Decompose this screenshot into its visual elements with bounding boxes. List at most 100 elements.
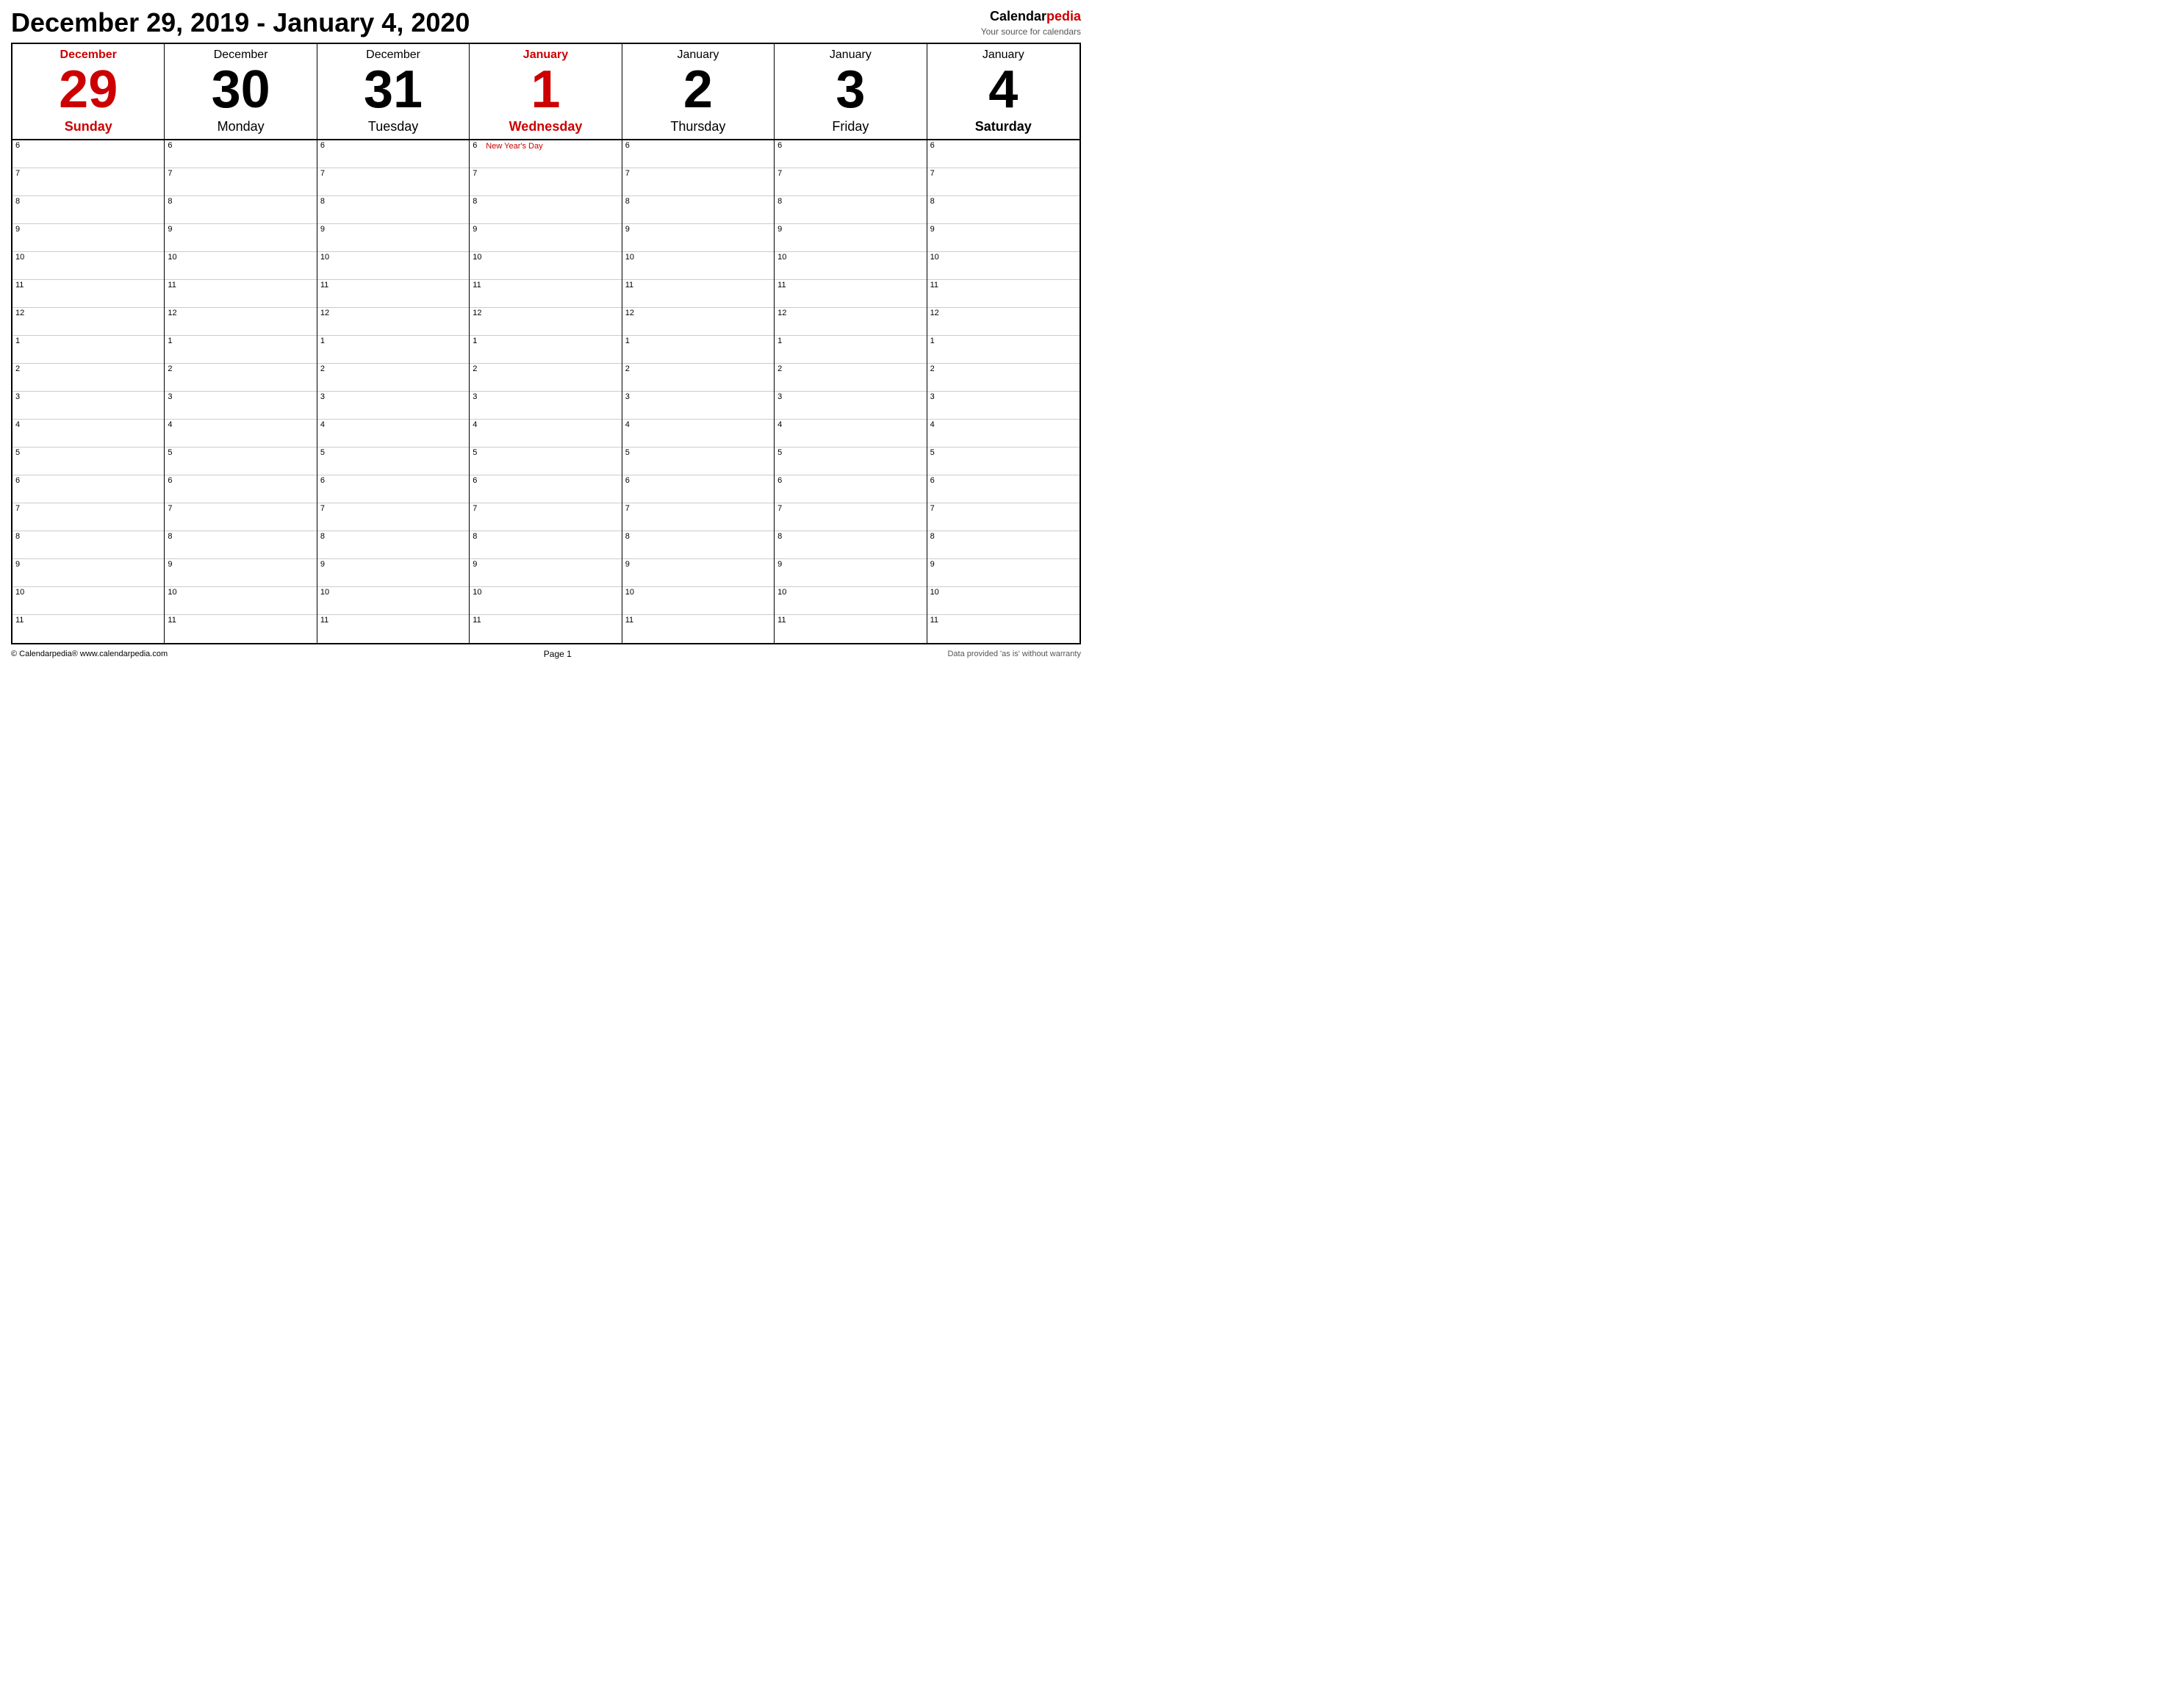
time-label: 8 [473,198,483,206]
time-label: 11 [930,617,941,625]
day-number-2: 31 [320,63,466,116]
time-slot-5-9: 3 [775,392,926,420]
time-slot-0-5: 11 [12,280,164,308]
time-slot-3-9: 3 [470,392,621,420]
time-label: 5 [930,449,941,457]
time-label: 11 [320,617,331,625]
day-name-1: Monday [168,119,313,134]
time-grid: 6789101112123456789101167891011121234567… [12,140,1080,643]
time-label: 8 [473,533,483,541]
time-slot-5-0: 6 [775,140,926,168]
time-slot-1-14: 8 [165,531,316,559]
time-slot-4-9: 3 [622,392,774,420]
time-slot-2-3: 9 [317,224,469,252]
time-slot-2-5: 11 [317,280,469,308]
time-label: 10 [930,589,941,597]
time-label: 10 [625,589,636,597]
time-slot-1-0: 6 [165,140,316,168]
time-label: 2 [15,365,26,373]
time-label: 11 [15,617,26,625]
time-label: 1 [777,337,788,345]
day-header-sat: January 4 Saturday [927,44,1080,139]
time-label: 4 [930,421,941,429]
time-label: 8 [625,533,636,541]
time-label: 8 [168,533,178,541]
time-slot-3-16: 10 [470,587,621,615]
time-label: 4 [777,421,788,429]
time-slot-1-7: 1 [165,336,316,364]
time-slot-4-10: 4 [622,420,774,447]
time-label: 1 [625,337,636,345]
time-slot-6-2: 8 [927,196,1080,224]
time-slot-1-5: 11 [165,280,316,308]
time-slot-3-13: 7 [470,503,621,531]
time-slot-4-0: 6 [622,140,774,168]
time-slot-6-0: 6 [927,140,1080,168]
time-slot-1-17: 11 [165,615,316,643]
time-label: 10 [930,254,941,262]
time-label: 10 [777,589,788,597]
time-label: 8 [168,198,178,206]
time-slot-0-17: 11 [12,615,164,643]
time-slot-1-1: 7 [165,168,316,196]
time-label: 3 [15,393,26,401]
time-slot-5-11: 5 [775,447,926,475]
time-slot-2-17: 11 [317,615,469,643]
time-slot-6-10: 4 [927,420,1080,447]
time-slot-0-12: 6 [12,475,164,503]
time-label: 9 [168,561,178,569]
time-label: 9 [473,561,483,569]
footer-copyright: © Calendarpedia® www.calendarpedia.com [11,650,168,658]
time-slot-1-4: 10 [165,252,316,280]
time-slot-4-14: 8 [622,531,774,559]
time-label: 11 [473,281,483,290]
brand-logo: Calendarpedia Your source for calendars [981,7,1081,38]
time-slot-4-2: 8 [622,196,774,224]
time-label: 9 [777,561,788,569]
day-number-3: 1 [473,63,618,116]
time-slot-5-14: 8 [775,531,926,559]
time-label: 9 [15,561,26,569]
time-slot-2-14: 8 [317,531,469,559]
time-label: 7 [15,170,26,178]
time-label: 6 [625,142,636,150]
day-header-wed: January 1 Wednesday [470,44,622,139]
time-label: 3 [777,393,788,401]
time-label: 10 [168,254,178,262]
time-label: 8 [930,198,941,206]
calendar: December 29 Sunday December 30 Monday De… [11,43,1081,644]
time-label: 9 [777,226,788,234]
time-slot-3-7: 1 [470,336,621,364]
time-label: 8 [625,198,636,206]
time-slot-1-11: 5 [165,447,316,475]
time-slot-6-13: 7 [927,503,1080,531]
time-slot-2-1: 7 [317,168,469,196]
time-label: 11 [625,281,636,290]
time-slot-0-15: 9 [12,559,164,587]
day-number-5: 3 [777,63,923,116]
day-name-6: Saturday [930,119,1077,134]
time-slot-3-12: 6 [470,475,621,503]
time-label: 11 [168,617,178,625]
time-slot-1-12: 6 [165,475,316,503]
time-slot-3-10: 4 [470,420,621,447]
time-column-4: 67891011121234567891011 [622,140,775,643]
day-headers: December 29 Sunday December 30 Monday De… [12,44,1080,140]
time-label: 7 [777,170,788,178]
time-slot-2-16: 10 [317,587,469,615]
time-slot-6-7: 1 [927,336,1080,364]
time-slot-6-6: 12 [927,308,1080,336]
time-label: 7 [473,505,483,513]
time-slot-5-1: 7 [775,168,926,196]
time-label: 2 [168,365,178,373]
time-label: 5 [777,449,788,457]
time-label: 7 [168,170,178,178]
time-label: 2 [930,365,941,373]
time-label: 3 [930,393,941,401]
time-label: 6 [625,477,636,485]
time-slot-6-9: 3 [927,392,1080,420]
time-column-3: 6New Year's Day7891011121234567891011 [470,140,622,643]
time-column-2: 67891011121234567891011 [317,140,470,643]
time-label: 5 [168,449,178,457]
time-slot-0-3: 9 [12,224,164,252]
